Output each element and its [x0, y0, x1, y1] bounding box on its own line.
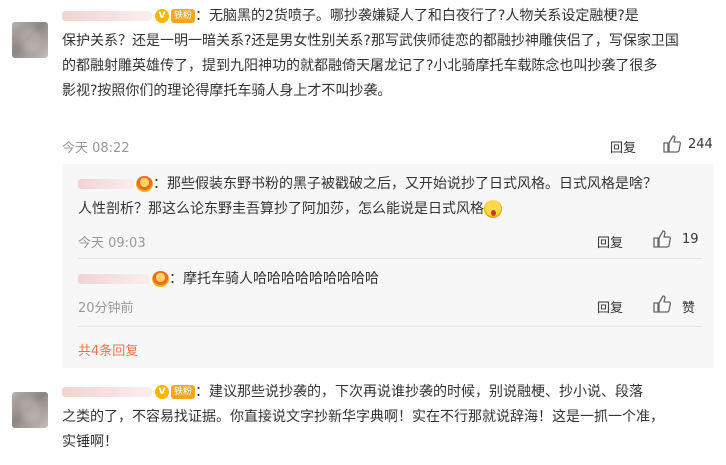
fan-badge: 铁粉 [171, 9, 196, 23]
more-replies-link[interactable]: 共4条回复 [78, 340, 138, 359]
reply-button[interactable]: 回复 [610, 137, 636, 156]
comment-line: ：无脑黑的2货喷子。哪抄袭嫌疑人了和白夜行了?人物关系设定融梗?是 [195, 8, 639, 24]
comment-line: 保护关系？还是一明一暗关系?还是男女性别关系?那写武侠师徒恋的都融抄神雕侠侣了，… [62, 33, 679, 49]
comment-line: 的都融射雕英雄传了，提到九阳神功的就都融倚天屠龙记了?小北骑摩托车载陈念也叫抄袭… [62, 58, 658, 74]
like-count: 19 [682, 232, 699, 247]
username-blurred[interactable] [62, 11, 152, 21]
comment-line: 之类的了，不容易找证据。你直接说文字抄新华字典啊！实在不行那就说辞海！这是一抓一… [62, 409, 664, 425]
reply-button[interactable]: 回复 [597, 297, 623, 316]
comment-time: 今天 08:22 [62, 141, 130, 156]
reply-line: ：摩托车骑人哈哈哈哈哈哈哈哈哈 [169, 271, 379, 287]
like-icon[interactable] [652, 294, 672, 314]
reply-body: ：那些假装东野书粉的黑子被戳破之后，又开始说抄了日式风格。日式风格是啥？ 人性剖… [78, 172, 708, 222]
reply-button[interactable]: 回复 [597, 232, 623, 251]
vip-icon: V [155, 385, 169, 399]
like-icon[interactable] [662, 134, 682, 154]
like-icon[interactable] [652, 229, 672, 249]
reply-time: 20分钟前 [78, 301, 134, 316]
comment-body: V 铁粉 ：无脑黑的2货喷子。哪抄袭嫌疑人了和白夜行了?人物关系设定融梗?是 保护关… [62, 4, 722, 104]
reply-body: ：摩托车骑人哈哈哈哈哈哈哈哈哈 [78, 267, 708, 292]
avatar[interactable] [12, 392, 48, 428]
divider [78, 258, 702, 259]
divider [78, 326, 702, 327]
like-count: 244 [688, 137, 713, 152]
reply-time: 今天 09:03 [78, 236, 146, 251]
comment-line: 实锤啊！ [62, 434, 118, 450]
reply-line: 人性剖析？那这么论东野圭吾算抄了阿加莎，怎么能说是日式风格 [78, 201, 484, 217]
username-blurred[interactable] [78, 179, 134, 189]
fan-badge: 铁粉 [171, 385, 196, 399]
user-badge-icon [136, 176, 153, 192]
avatar[interactable] [12, 22, 48, 58]
like-label[interactable]: 赞 [682, 297, 695, 316]
username-blurred[interactable] [78, 274, 150, 284]
comment-line: 影视?按照你们的理论得摩托车骑人身上才不叫抄袭。 [62, 83, 392, 99]
user-badge-icon [152, 271, 169, 287]
vip-icon: V [155, 9, 169, 23]
comment-line: ：建议那些说抄袭的，下次再说谁抄袭的时候，别说融梗、抄小说、段落 [195, 384, 644, 400]
comment-body: V 铁粉 ：建议那些说抄袭的，下次再说谁抄袭的时候，别说融梗、抄小说、段落 之类的了… [62, 380, 722, 455]
username-blurred[interactable] [62, 387, 152, 397]
sweat-emoji [484, 200, 502, 218]
reply-line: ：那些假装东野书粉的黑子被戳破之后，又开始说抄了日式风格。日式风格是啥？ [153, 176, 657, 192]
